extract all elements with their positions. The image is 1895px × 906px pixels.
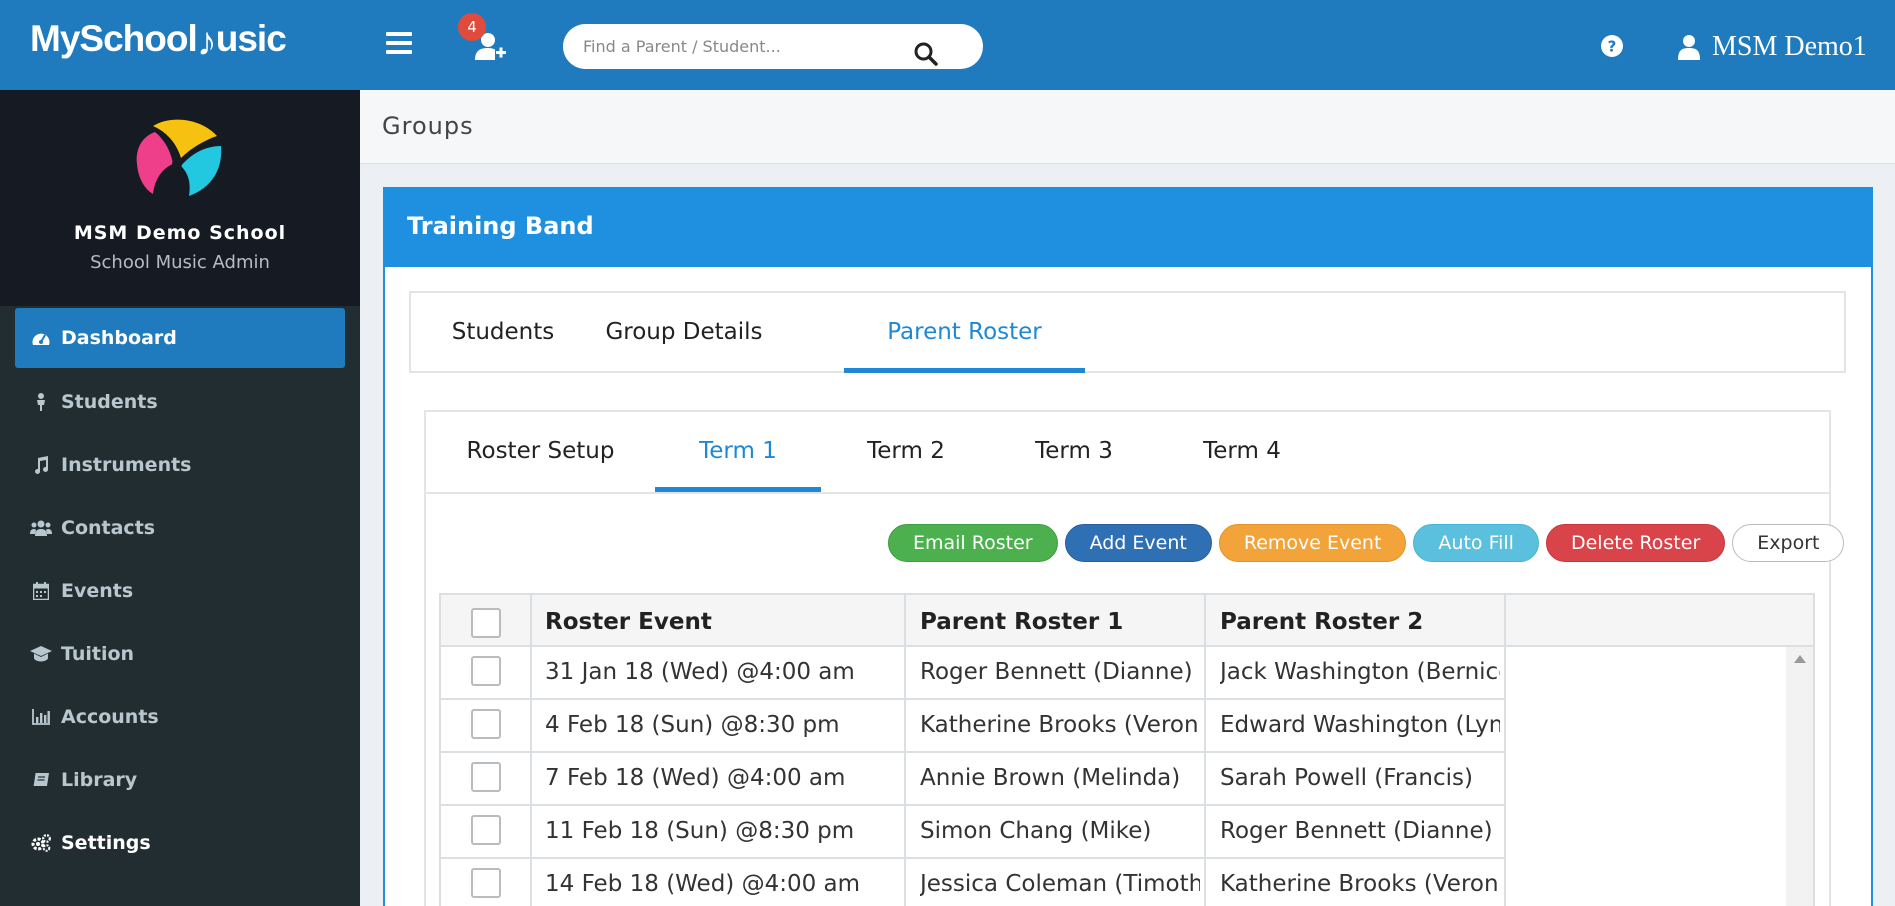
column-header: Parent Roster 1 (920, 609, 1124, 635)
school-name: MSM Demo School (73, 222, 287, 244)
roster-table: Roster Event Parent Roster 1 Parent Rost… (439, 593, 1815, 906)
graduation-cap-icon (29, 642, 53, 666)
roster-event: 31 Jan 18 (Wed) @4:00 am (545, 659, 855, 685)
sidebar-item-label: Library (61, 769, 138, 791)
menu-icon[interactable] (386, 32, 412, 54)
dashboard-icon (29, 326, 53, 350)
sidebar-item-label: Tuition (61, 643, 135, 665)
page-title: Groups (382, 112, 474, 140)
table-row[interactable]: 4 Feb 18 (Sun) @8:30 pm Katherine Brooks… (441, 700, 1506, 753)
user-name: MSM Demo1 (1712, 31, 1867, 62)
content-header: Groups (360, 90, 1895, 164)
scroll-up-arrow-icon[interactable] (1794, 655, 1806, 663)
panel-header: Training Band (385, 189, 1871, 267)
user-menu[interactable]: MSM Demo1 (1678, 30, 1867, 64)
notification-badge[interactable]: 4 (458, 13, 486, 41)
sidebar-item-label: Contacts (61, 517, 156, 539)
auto-fill-button[interactable]: Auto Fill (1413, 524, 1539, 562)
logo-text-end: usic (215, 18, 287, 59)
sidebar-item-label: Students (61, 391, 158, 413)
table-row[interactable]: 14 Feb 18 (Wed) @4:00 am Jessica Coleman… (441, 859, 1506, 906)
help-icon[interactable]: ? (1600, 34, 1624, 58)
school-role: School Music Admin (90, 252, 270, 273)
calendar-icon (29, 579, 53, 603)
search-input[interactable] (583, 32, 913, 61)
table-row[interactable]: 11 Feb 18 (Sun) @8:30 pm Simon Chang (Mi… (441, 806, 1506, 859)
add-event-button[interactable]: Add Event (1064, 524, 1212, 562)
row-checkbox[interactable] (471, 656, 501, 686)
svg-text:?: ? (1608, 38, 1617, 56)
student-icon (29, 390, 53, 414)
row-checkbox[interactable] (471, 762, 501, 792)
column-header: Parent Roster 2 (1220, 609, 1424, 635)
sidebar-item-label: Settings (61, 832, 151, 854)
roster-actions: Email Roster Add Event Remove Event Auto… (888, 524, 1851, 564)
roster-event: 7 Feb 18 (Wed) @4:00 am (545, 765, 846, 791)
select-all-checkbox[interactable] (471, 608, 501, 638)
parent-roster-2: Jack Washington (Bernice (1220, 659, 1500, 685)
sidebar-item-label: Instruments (61, 454, 192, 476)
sidebar-item-instruments[interactable]: Instruments (15, 435, 345, 495)
book-icon (29, 768, 53, 792)
music-note-icon (29, 453, 53, 477)
parent-roster-2: Sarah Powell (Francis) (1220, 765, 1473, 791)
row-checkbox[interactable] (471, 868, 501, 898)
tab-term-1[interactable]: Term 1 (655, 412, 821, 492)
bar-chart-icon (29, 705, 53, 729)
tab-group-details[interactable]: Group Details (595, 293, 767, 373)
parent-roster-2: Katherine Brooks (Veron (1220, 871, 1499, 897)
table-header: Roster Event Parent Roster 1 Parent Rost… (441, 595, 1813, 647)
user-icon (1678, 35, 1700, 60)
table-scrollbar[interactable] (1786, 647, 1813, 906)
export-button[interactable]: Export (1732, 524, 1845, 562)
tab-roster-setup[interactable]: Roster Setup (426, 412, 655, 492)
term-tabs: Roster Setup Term 1 Term 2 Term 3 Term 4 (426, 412, 1829, 494)
sidebar-item-accounts[interactable]: Accounts (15, 687, 345, 747)
sidebar-item-settings[interactable]: Settings (15, 813, 345, 873)
school-logo (133, 118, 227, 204)
tab-term-3[interactable]: Term 3 (991, 412, 1157, 492)
parent-roster-2: Roger Bennett (Dianne) (1220, 818, 1493, 844)
table-row[interactable]: 7 Feb 18 (Wed) @4:00 am Annie Brown (Mel… (441, 753, 1506, 806)
group-tabs: Students Group Details Parent Roster (409, 291, 1846, 373)
tab-parent-roster[interactable]: Parent Roster (844, 293, 1085, 373)
table-row[interactable]: 31 Jan 18 (Wed) @4:00 am Roger Bennett (… (441, 647, 1506, 700)
sidebar-item-dashboard[interactable]: Dashboard (15, 308, 345, 368)
sidebar-item-tuition[interactable]: Tuition (15, 624, 345, 684)
delete-roster-button[interactable]: Delete Roster (1545, 524, 1726, 562)
sidebar-item-events[interactable]: Events (15, 561, 345, 621)
email-roster-button[interactable]: Email Roster (888, 524, 1058, 562)
sidebar-item-label: Events (61, 580, 134, 602)
search-icon[interactable] (913, 41, 939, 67)
logo-note: ♪ (196, 20, 217, 64)
contacts-icon (29, 516, 53, 540)
parent-roster-1: Katherine Brooks (Veron (920, 712, 1199, 738)
column-header: Roster Event (545, 609, 712, 635)
sidebar-item-students[interactable]: Students (15, 372, 345, 432)
top-navbar: MySchool♪usic 4 ? MSM Demo1 (0, 0, 1895, 90)
sidebar-item-contacts[interactable]: Contacts (15, 498, 345, 558)
remove-event-button[interactable]: Remove Event (1218, 524, 1407, 562)
parent-roster-2: Edward Washington (Lyn (1220, 712, 1500, 738)
parent-roster-1: Simon Chang (Mike) (920, 818, 1152, 844)
roster-event: 4 Feb 18 (Sun) @8:30 pm (545, 712, 840, 738)
tab-term-2[interactable]: Term 2 (821, 412, 991, 492)
logo-text: MySchool (30, 18, 198, 59)
tab-students[interactable]: Students (411, 293, 595, 373)
panel-title: Training Band (407, 212, 594, 240)
roster-event: 11 Feb 18 (Sun) @8:30 pm (545, 818, 855, 844)
parent-roster-1: Jessica Coleman (Timothy (920, 871, 1200, 897)
cogs-icon (29, 831, 53, 855)
parent-roster-1: Roger Bennett (Dianne) (920, 659, 1193, 685)
app-logo[interactable]: MySchool♪usic (30, 14, 287, 70)
parent-roster-1: Annie Brown (Melinda) (920, 765, 1181, 791)
sidebar-item-library[interactable]: Library (15, 750, 345, 810)
row-checkbox[interactable] (471, 815, 501, 845)
row-checkbox[interactable] (471, 709, 501, 739)
roster-event: 14 Feb 18 (Wed) @4:00 am (545, 871, 861, 897)
sidebar-item-label: Accounts (61, 706, 159, 728)
sidebar-item-label: Dashboard (61, 327, 177, 349)
tab-term-4[interactable]: Term 4 (1157, 412, 1327, 492)
